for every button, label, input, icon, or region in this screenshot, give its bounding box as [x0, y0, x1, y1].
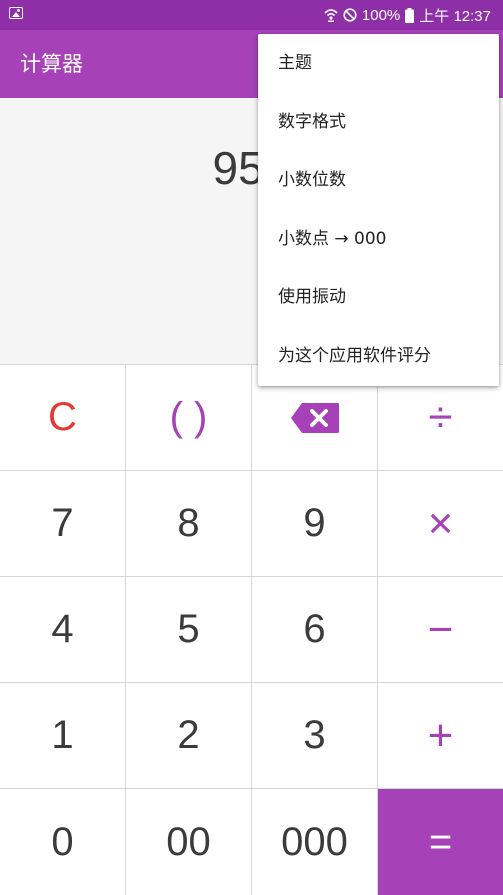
digit-5-button[interactable]: 5 [126, 577, 252, 683]
menu-item-decimal-places[interactable]: 小数位数 [258, 151, 499, 210]
battery-icon [405, 7, 415, 23]
digit-4-button[interactable]: 4 [0, 577, 126, 683]
image-notification-icon [9, 7, 23, 19]
multiply-button[interactable]: × [378, 471, 503, 577]
keypad: C ( ) ÷ 7 8 9 × 4 5 6 − 1 2 3 + 0 00 000… [0, 364, 503, 895]
digit-6-button[interactable]: 6 [252, 577, 378, 683]
plus-button[interactable]: + [378, 683, 503, 789]
wifi-calling-icon [324, 7, 338, 23]
menu-item-decimal-point[interactable]: 小数点 → 000 [258, 210, 499, 269]
digit-0-button[interactable]: 0 [0, 789, 126, 895]
digit-8-button[interactable]: 8 [126, 471, 252, 577]
menu-item-vibration[interactable]: 使用振动 [258, 268, 499, 327]
digit-1-button[interactable]: 1 [0, 683, 126, 789]
minus-button[interactable]: − [378, 577, 503, 683]
clock: 上午 12:37 [419, 7, 491, 25]
digit-2-button[interactable]: 2 [126, 683, 252, 789]
do-not-disturb-icon [343, 8, 357, 22]
triple-zero-button[interactable]: 000 [252, 789, 378, 895]
status-indicators: 100% 上午 12:37 [324, 0, 491, 30]
battery-percent: 100% [361, 6, 401, 24]
menu-item-theme[interactable]: 主题 [258, 34, 499, 93]
clear-button[interactable]: C [0, 364, 126, 471]
backspace-icon [290, 402, 340, 434]
digit-9-button[interactable]: 9 [252, 471, 378, 577]
menu-item-number-format[interactable]: 数字格式 [258, 93, 499, 152]
equals-button[interactable]: = [378, 789, 503, 895]
status-bar: 100% 上午 12:37 [0, 0, 503, 30]
app-title: 计算器 [20, 52, 83, 76]
digit-7-button[interactable]: 7 [0, 471, 126, 577]
overflow-menu: 主题 数字格式 小数位数 小数点 → 000 使用振动 为这个应用软件评分 [258, 34, 499, 386]
parentheses-button[interactable]: ( ) [126, 364, 252, 471]
double-zero-button[interactable]: 00 [126, 789, 252, 895]
menu-item-rate-app[interactable]: 为这个应用软件评分 [258, 327, 499, 386]
digit-3-button[interactable]: 3 [252, 683, 378, 789]
